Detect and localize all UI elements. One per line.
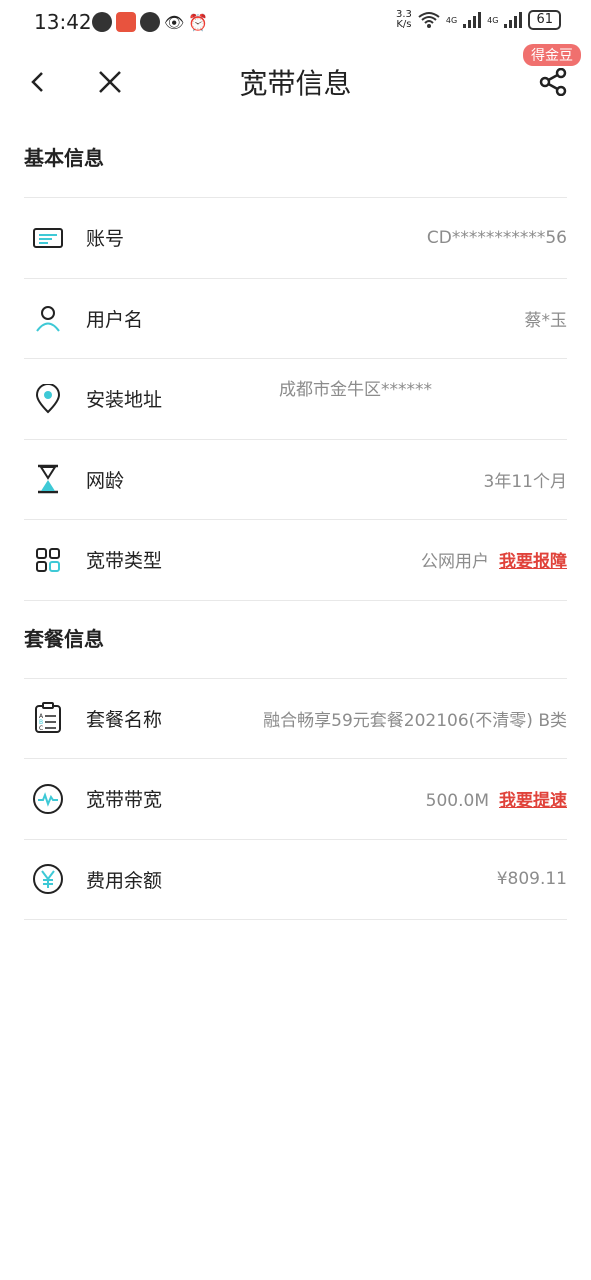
- main-content: 基本信息 账号 CD***********56 用户名 蔡*玉 安装地址 成都市…: [24, 120, 567, 920]
- section-package-title: 套餐信息: [24, 601, 567, 679]
- report-fault-link[interactable]: 我要报障: [499, 552, 567, 572]
- row-bandwidth: 宽带带宽 500.0M 我要提速: [24, 759, 567, 840]
- package-name-value: 融合畅享59元套餐202106(不清零) B类: [263, 710, 567, 731]
- signal-label-1: 4G: [445, 15, 458, 25]
- address-value: 成都市金牛区******: [279, 380, 432, 400]
- share-button[interactable]: [531, 60, 575, 104]
- location-pin-icon: [24, 375, 72, 423]
- app-notification-icon: [116, 12, 136, 32]
- account-label: 账号: [86, 228, 125, 251]
- battery-icon: 61: [528, 10, 561, 30]
- speed-up-link[interactable]: 我要提速: [499, 791, 567, 811]
- row-broadband-type: 宽带类型 公网用户 我要报障: [24, 520, 567, 601]
- bandwidth-value-wrap: 500.0M 我要提速: [426, 786, 567, 811]
- address-label: 安装地址: [86, 389, 163, 412]
- status-bar: 13:42 👁 ⏰ 3.3 K/s 4G 4G 61: [0, 0, 591, 44]
- alarm-icon: ⏰: [188, 12, 209, 32]
- network-speed: 3.3 K/s: [395, 9, 412, 30]
- signal-label-2: 4G: [487, 15, 499, 25]
- row-account: 账号 CD***********56: [24, 198, 567, 279]
- row-age: 网龄 3年11个月: [24, 440, 567, 520]
- bandwidth-value: 500.0M: [425, 791, 489, 812]
- balance-label: 费用余额: [86, 869, 163, 892]
- signal-icon: [463, 12, 482, 28]
- notification-icons: 👁 ⏰: [92, 12, 208, 32]
- row-address: 安装地址 成都市金牛区******: [24, 359, 567, 440]
- row-username: 用户名 蔡*玉: [24, 279, 568, 359]
- bandwidth-label: 宽带带宽: [86, 789, 163, 812]
- page-title: 宽带信息: [239, 67, 352, 100]
- hourglass-icon: [24, 455, 72, 503]
- grid-icon: [24, 536, 72, 584]
- package-name-label: 套餐名称: [86, 708, 163, 731]
- row-package-name: A B C 套餐名称 融合畅享59元套餐202106(不清零) B类: [24, 679, 567, 759]
- eye-icon: 👁: [164, 12, 185, 32]
- section-basic-title: 基本信息: [24, 120, 567, 198]
- status-time: 13:42: [34, 10, 92, 34]
- age-label: 网龄: [86, 469, 125, 492]
- broadband-type-label: 宽带类型: [86, 550, 163, 573]
- user-icon: [24, 294, 72, 342]
- audio-icon: [140, 12, 160, 32]
- row-balance: 费用余额 ¥809.11: [24, 840, 567, 920]
- card-icon: [24, 214, 72, 262]
- age-value: 3年11个月: [483, 471, 567, 492]
- clipboard-icon: A B C: [24, 694, 72, 742]
- username-label: 用户名: [86, 308, 144, 331]
- broadband-type-value-wrap: 公网用户 我要报障: [421, 547, 567, 572]
- account-value: CD***********56: [426, 227, 567, 248]
- broadband-type-value: 公网用户: [421, 552, 489, 573]
- balance-value: ¥809.11: [496, 869, 567, 890]
- svg-text:C: C: [39, 725, 43, 732]
- username-value: 蔡*玉: [524, 310, 568, 331]
- wechat-icon: [92, 12, 112, 32]
- yen-icon: [24, 855, 72, 903]
- nav-bar: 宽带信息 得金豆: [0, 44, 591, 120]
- pulse-icon: [24, 775, 72, 823]
- wifi-icon: [418, 12, 440, 28]
- share-icon: [539, 68, 567, 96]
- signal-icon-2: [504, 12, 523, 28]
